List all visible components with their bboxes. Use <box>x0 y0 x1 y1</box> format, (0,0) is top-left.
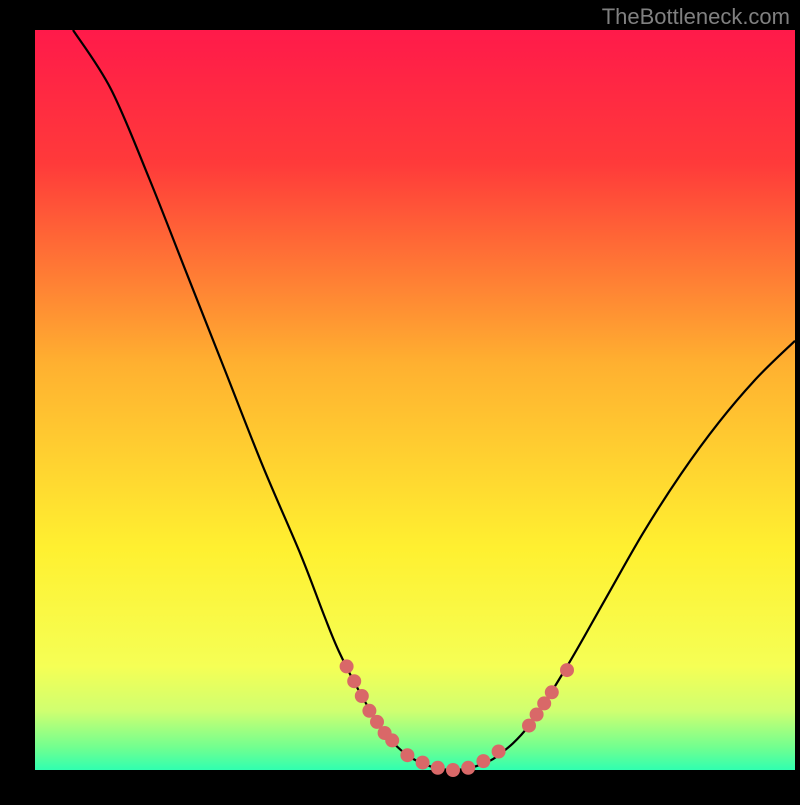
watermark-text: TheBottleneck.com <box>602 4 790 30</box>
curve-marker <box>492 745 506 759</box>
curve-marker <box>560 663 574 677</box>
curve-marker <box>476 754 490 768</box>
curve-marker <box>340 659 354 673</box>
curve-marker <box>461 761 475 775</box>
chart-container: TheBottleneck.com <box>0 0 800 800</box>
curve-marker <box>446 763 460 777</box>
curve-marker <box>355 689 369 703</box>
curve-marker <box>385 733 399 747</box>
curve-marker <box>431 761 445 775</box>
curve-marker <box>416 756 430 770</box>
curve-marker <box>400 748 414 762</box>
bottleneck-chart <box>0 0 800 800</box>
curve-marker <box>347 674 361 688</box>
curve-marker <box>545 685 559 699</box>
plot-background <box>35 30 795 770</box>
